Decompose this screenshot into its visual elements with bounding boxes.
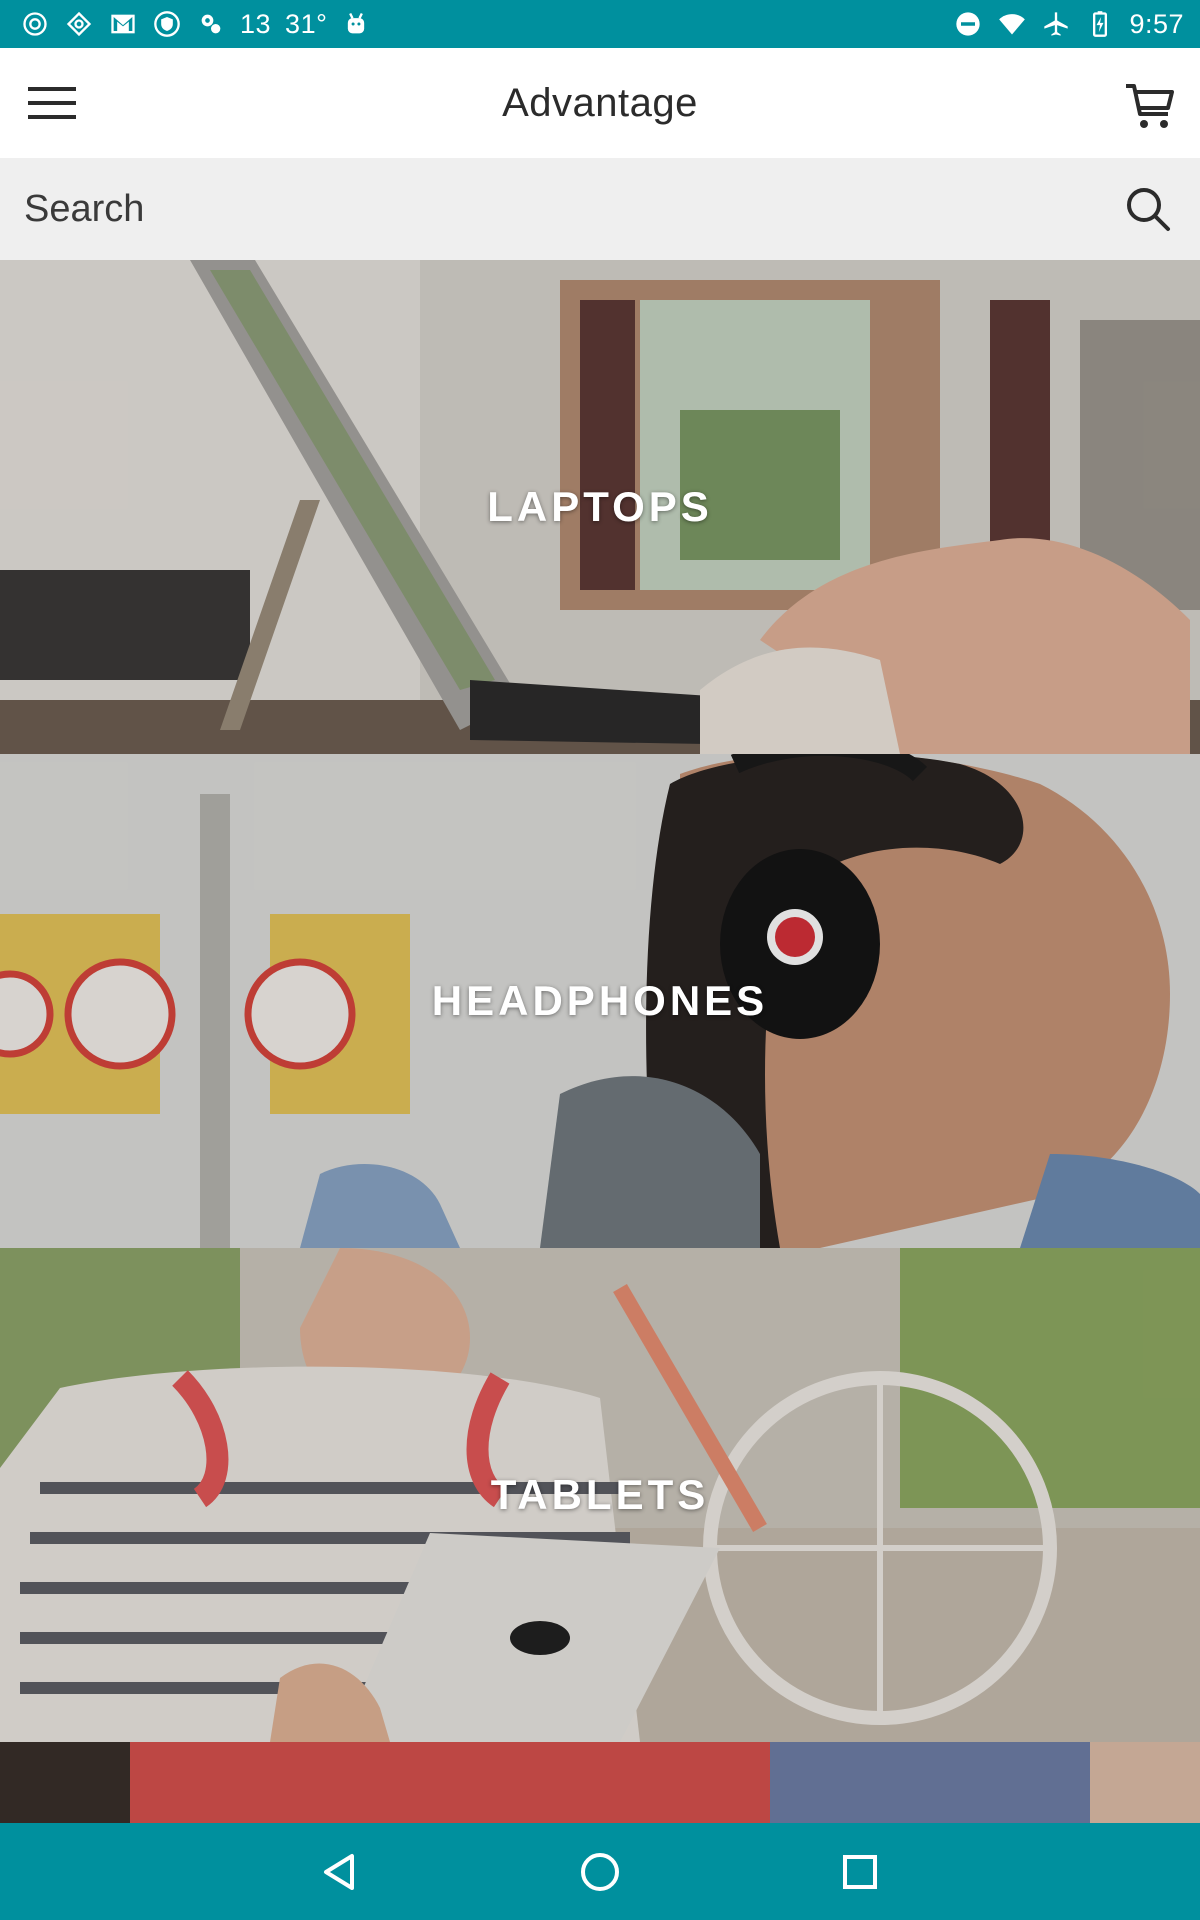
app-title: Advantage <box>502 80 698 125</box>
shopping-cart-icon <box>1124 80 1176 132</box>
recents-square-icon <box>838 1850 882 1894</box>
search-icon <box>1124 185 1172 233</box>
wifi-icon <box>997 9 1027 39</box>
category-tile-tablets[interactable]: TABLETS <box>0 1248 1200 1742</box>
nav-back-button[interactable] <box>310 1842 370 1902</box>
status-bar: 13 31° 9:57 <box>0 0 1200 48</box>
tag-icon <box>64 9 94 39</box>
android-icon <box>341 9 371 39</box>
search-bar <box>0 158 1200 260</box>
category-label-headphones: HEADPHONES <box>431 977 769 1024</box>
status-bar-right: 9:57 <box>953 9 1184 40</box>
partial-overlay <box>0 1742 1200 1823</box>
puzzle-icon <box>196 9 226 39</box>
gmail-icon <box>108 9 138 39</box>
hamburger-menu-icon <box>26 83 78 123</box>
app-bar: Advantage <box>0 48 1200 158</box>
category-tile-partial[interactable] <box>0 1742 1200 1823</box>
category-list: LAPTOPS HEADPHONES TABLETS <box>0 260 1200 1823</box>
cart-button[interactable] <box>1122 78 1178 134</box>
category-label-laptops: LAPTOPS <box>487 483 713 530</box>
category-tile-headphones[interactable]: HEADPHONES <box>0 754 1200 1248</box>
category-label-tablets: TABLETS <box>490 1471 710 1518</box>
status-bar-left: 13 31° <box>20 9 371 40</box>
system-nav-bar <box>0 1823 1200 1920</box>
nav-home-button[interactable] <box>570 1842 630 1902</box>
settings-gear-icon <box>20 9 50 39</box>
do-not-disturb-icon <box>953 9 983 39</box>
shield-icon <box>152 9 182 39</box>
search-button[interactable] <box>1120 181 1176 237</box>
battery-charging-icon <box>1085 9 1115 39</box>
notification-count: 13 <box>240 8 272 39</box>
menu-button[interactable] <box>22 73 82 133</box>
back-triangle-icon <box>318 1850 362 1894</box>
nav-recents-button[interactable] <box>830 1842 890 1902</box>
temperature: 31° <box>285 8 328 39</box>
airplane-mode-icon <box>1041 9 1071 39</box>
search-input[interactable] <box>24 187 1120 231</box>
home-circle-icon <box>578 1850 622 1894</box>
clock: 9:57 <box>1129 8 1184 39</box>
category-tile-laptops[interactable]: LAPTOPS <box>0 260 1200 754</box>
